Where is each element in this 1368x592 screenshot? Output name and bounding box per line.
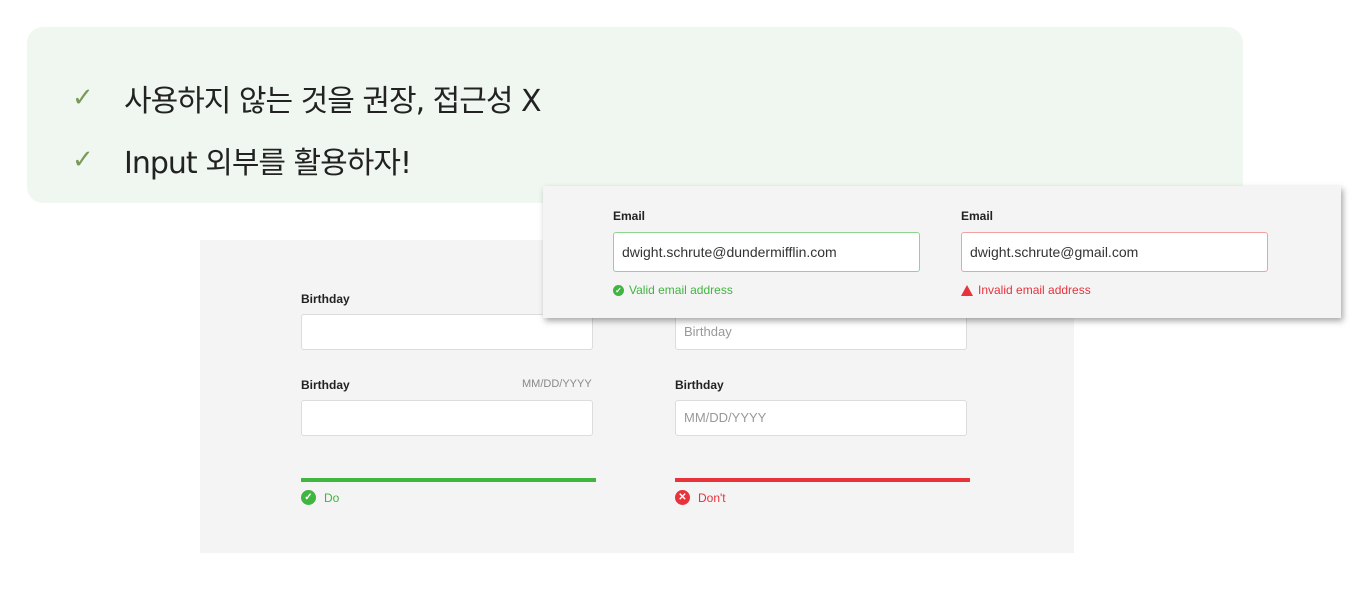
do-result: ✓ Do — [301, 490, 339, 505]
bullet-text: Input 외부를 활용하자! — [124, 146, 412, 181]
bullet-item: ✓ Input 외부를 활용하자! — [72, 138, 412, 182]
bullet-text: 사용하지 않는 것을 권장, 접근성 X — [124, 84, 542, 119]
valid-message-text: Valid email address — [629, 283, 733, 297]
email-validation-card: Email dwight.schrute@dundermifflin.com ✓… — [543, 186, 1341, 318]
bullet-item: ✓ 사용하지 않는 것을 권장, 접근성 X — [72, 76, 542, 120]
do-indicator-bar — [301, 478, 596, 482]
invalid-message-text: Invalid email address — [978, 283, 1091, 297]
birthday-label: Birthday — [301, 378, 350, 392]
birthday-placeholder-input[interactable]: Birthday — [675, 314, 967, 350]
valid-email-message: ✓ Valid email address — [613, 283, 733, 297]
checkmark-icon: ✓ — [72, 145, 94, 175]
checkmark-icon: ✓ — [72, 83, 94, 113]
birthday-input[interactable] — [301, 314, 593, 350]
birthday-label: Birthday — [301, 292, 350, 306]
dont-label: Don't — [698, 490, 726, 505]
valid-email-input[interactable]: dwight.schrute@dundermifflin.com — [613, 232, 920, 272]
check-circle-icon: ✓ — [301, 490, 316, 505]
date-placeholder-input[interactable]: MM/DD/YYYY — [675, 400, 967, 436]
check-circle-icon: ✓ — [613, 284, 624, 296]
warning-triangle-icon — [961, 284, 973, 296]
dont-indicator-bar — [675, 478, 970, 482]
dont-result: ✕ Don't — [675, 490, 726, 505]
do-label: Do — [324, 490, 340, 505]
email-label: Email — [613, 209, 646, 223]
birthday-input[interactable] — [301, 400, 593, 436]
birthday-label: Birthday — [675, 378, 724, 392]
invalid-email-message: Invalid email address — [961, 283, 1091, 297]
invalid-email-input[interactable]: dwight.schrute@gmail.com — [961, 232, 1268, 272]
date-format-hint: MM/DD/YYYY — [522, 378, 592, 390]
email-label: Email — [961, 209, 994, 223]
x-circle-icon: ✕ — [675, 490, 690, 505]
